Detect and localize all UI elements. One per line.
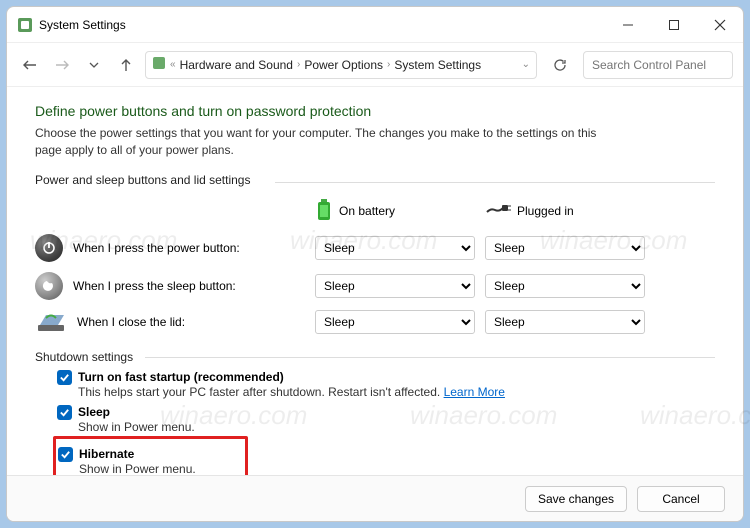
power-button-plugged-select[interactable]: Sleep (485, 236, 645, 260)
sleep-button-battery-select[interactable]: Sleep (315, 274, 475, 298)
fieldset-power-sleep-label: Power and sleep buttons and lid settings (35, 173, 715, 191)
breadcrumb-item[interactable]: Power Options (304, 58, 383, 72)
row-sleep-button: When I press the sleep button: Sleep Sle… (35, 272, 715, 300)
up-button[interactable] (113, 52, 139, 78)
checkbox-label: Turn on fast startup (recommended) (78, 370, 284, 384)
battery-icon (315, 199, 333, 224)
checkbox-desc: This helps start your PC faster after sh… (78, 385, 440, 399)
shutdown-item-sleep: Sleep Show in Power menu. (57, 405, 715, 434)
highlight-hibernate: Hibernate Show in Power menu. (53, 436, 248, 475)
close-button[interactable] (697, 9, 743, 41)
refresh-button[interactable] (547, 52, 573, 78)
column-on-battery: On battery (315, 199, 485, 224)
chevron-down-icon[interactable]: ⌄ (522, 59, 530, 70)
footer: Save changes Cancel (7, 475, 743, 521)
window: System Settings « Hardware and Sound › P… (6, 6, 744, 522)
page-title: Define power buttons and turn on passwor… (35, 103, 715, 119)
checkbox-hibernate[interactable] (58, 447, 73, 462)
chevron-right-icon: › (387, 59, 390, 70)
maximize-button[interactable] (651, 9, 697, 41)
plug-icon (485, 202, 511, 221)
control-panel-icon (152, 56, 166, 73)
lid-plugged-select[interactable]: Sleep (485, 310, 645, 334)
power-button-battery-select[interactable]: Sleep (315, 236, 475, 260)
checkbox-label: Hibernate (79, 447, 134, 461)
column-label: On battery (339, 204, 395, 218)
minimize-button[interactable] (605, 9, 651, 41)
fieldset-shutdown-label: Shutdown settings (35, 350, 715, 364)
recent-button[interactable] (81, 52, 107, 78)
sleep-button-plugged-select[interactable]: Sleep (485, 274, 645, 298)
content-area: Define power buttons and turn on passwor… (7, 87, 743, 475)
window-controls (605, 9, 743, 41)
window-title: System Settings (39, 18, 126, 32)
lid-icon (35, 310, 67, 334)
breadcrumb-item[interactable]: Hardware and Sound (180, 58, 293, 72)
checkbox-desc: Show in Power menu. (78, 420, 715, 434)
breadcrumb-item[interactable]: System Settings (394, 58, 481, 72)
forward-button[interactable] (49, 52, 75, 78)
column-plugged-in: Plugged in (485, 199, 655, 224)
checkbox-sleep[interactable] (57, 405, 72, 420)
column-headers: On battery Plugged in (35, 199, 715, 224)
sleep-button-icon (35, 272, 63, 300)
row-power-button: When I press the power button: Sleep Sle… (35, 234, 715, 262)
navbar: « Hardware and Sound › Power Options › S… (7, 43, 743, 87)
checkbox-fast-startup[interactable] (57, 370, 72, 385)
save-button[interactable]: Save changes (525, 486, 627, 512)
checkbox-label: Sleep (78, 405, 110, 419)
cancel-button[interactable]: Cancel (637, 486, 725, 512)
chevron-right-icon: › (297, 59, 300, 70)
row-close-lid: When I close the lid: Sleep Sleep (35, 310, 715, 334)
titlebar: System Settings (7, 7, 743, 43)
back-button[interactable] (17, 52, 43, 78)
app-icon (17, 17, 33, 33)
shutdown-item-fast-startup: Turn on fast startup (recommended) This … (57, 370, 715, 399)
checkbox-desc: Show in Power menu. (79, 462, 239, 475)
row-label: When I press the sleep button: (73, 279, 236, 293)
column-label: Plugged in (517, 204, 574, 218)
search-input[interactable] (590, 57, 744, 73)
row-label: When I close the lid: (77, 315, 185, 329)
page-description: Choose the power settings that you want … (35, 125, 615, 159)
row-label: When I press the power button: (73, 241, 240, 255)
search-box[interactable] (583, 51, 733, 79)
lid-battery-select[interactable]: Sleep (315, 310, 475, 334)
power-button-icon (35, 234, 63, 262)
learn-more-link[interactable]: Learn More (444, 385, 505, 399)
breadcrumb[interactable]: « Hardware and Sound › Power Options › S… (145, 51, 537, 79)
shutdown-item-hibernate: Hibernate Show in Power menu. (58, 447, 239, 475)
chevron-left-icon: « (170, 59, 176, 70)
